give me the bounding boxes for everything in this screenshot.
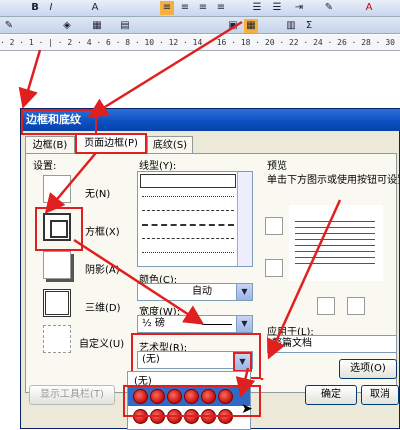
borders-shading-icon[interactable]: ▣: [226, 19, 240, 33]
preview-label: 预览: [267, 161, 287, 172]
preview-page[interactable]: [289, 205, 383, 281]
page-border-icon[interactable]: ▦: [244, 19, 258, 33]
color-value: 自动: [192, 286, 212, 297]
show-toolbar-button[interactable]: 显示工具栏(T): [29, 385, 115, 405]
setting-none-label: 无(N): [85, 189, 111, 200]
autosum-icon[interactable]: Σ: [302, 19, 316, 33]
border-icon[interactable]: ▦: [90, 19, 104, 33]
font-color-a-button[interactable]: A: [362, 1, 376, 15]
pen-icon[interactable]: ✎: [2, 19, 16, 33]
chevron-down-icon[interactable]: ▼: [236, 316, 252, 332]
setting-custom-label: 自定义(U): [79, 339, 125, 350]
align-center-icon[interactable]: ≡: [178, 1, 192, 15]
setting-3d-icon[interactable]: [43, 289, 71, 317]
highlight-title: [21, 109, 97, 135]
bold-button[interactable]: B: [28, 1, 42, 15]
setting-box-label: 方框(X): [85, 227, 120, 238]
indent-icon[interactable]: ⇥: [292, 1, 306, 15]
italic-button[interactable]: I: [44, 1, 58, 15]
chevron-down-icon[interactable]: ▼: [236, 284, 252, 300]
width-combo[interactable]: ½ 磅 ▼: [137, 315, 253, 333]
apply-to-value: 整篇文档: [272, 338, 312, 349]
apply-to-combo[interactable]: 整篇文档: [267, 335, 397, 353]
borders-and-shading-dialog: 边框和底纹 边框(B) 页面边框(P) 底纹(S) 设置: 无(N) 方框(X)…: [20, 108, 400, 430]
font-color-button[interactable]: A: [88, 1, 102, 15]
settings-label: 设置:: [33, 161, 57, 172]
table-grid-icon[interactable]: ▥: [284, 19, 298, 33]
align-right-icon[interactable]: ≡: [196, 1, 210, 15]
right-border-icon[interactable]: [347, 297, 365, 315]
art-option-none[interactable]: (无): [128, 372, 250, 387]
line-style-label: 线型(Y):: [139, 161, 177, 172]
table-icon[interactable]: ▤: [118, 19, 132, 33]
options-button[interactable]: 选项(O): [339, 359, 397, 379]
preview-hint: 单击下方图示或使用按钮可设置: [267, 175, 399, 186]
tab-shading[interactable]: 底纹(S): [147, 136, 193, 154]
left-border-icon[interactable]: [317, 297, 335, 315]
fill-color-icon[interactable]: ◈: [60, 19, 74, 33]
bullets-icon[interactable]: ☰: [270, 1, 284, 15]
width-value: ½ 磅: [142, 318, 165, 329]
line-style-list[interactable]: [137, 171, 253, 267]
mouse-cursor-icon: ➤: [241, 401, 253, 417]
formatting-toolbar: B I A ≡ ≡ ≡ ≡ ☰ ☰ ⇥ ✎ A: [0, 0, 400, 17]
highlight-box-setting: [35, 207, 83, 251]
ok-button[interactable]: 确定: [305, 385, 357, 405]
tab-page-border[interactable]: 页面边框(P): [75, 133, 147, 154]
color-combo[interactable]: 自动 ▼: [137, 283, 253, 301]
numbering-icon[interactable]: ☰: [250, 1, 264, 15]
ruler: · 2 · 1 · | · 2 · 4 · 6 · 8 · 10 · 12 · …: [0, 35, 400, 51]
tab-borders[interactable]: 边框(B): [25, 136, 75, 154]
setting-custom-icon[interactable]: [43, 325, 71, 353]
drawing-toolbar: ✎ ◈ ▦ ▤ ▣ ▦ Σ ▥: [0, 17, 400, 34]
setting-shadow-icon[interactable]: [43, 251, 71, 279]
setting-shadow-label: 阴影(A): [85, 265, 120, 276]
bottom-border-icon[interactable]: [265, 259, 283, 277]
top-border-icon[interactable]: [265, 217, 283, 235]
justify-icon[interactable]: ≡: [214, 1, 228, 15]
setting-none-icon[interactable]: [43, 175, 71, 203]
cancel-button[interactable]: 取消: [361, 385, 399, 405]
highlight-icon[interactable]: ✎: [322, 1, 336, 15]
setting-3d-label: 三维(D): [85, 303, 121, 314]
align-left-icon[interactable]: ≡: [160, 1, 174, 15]
